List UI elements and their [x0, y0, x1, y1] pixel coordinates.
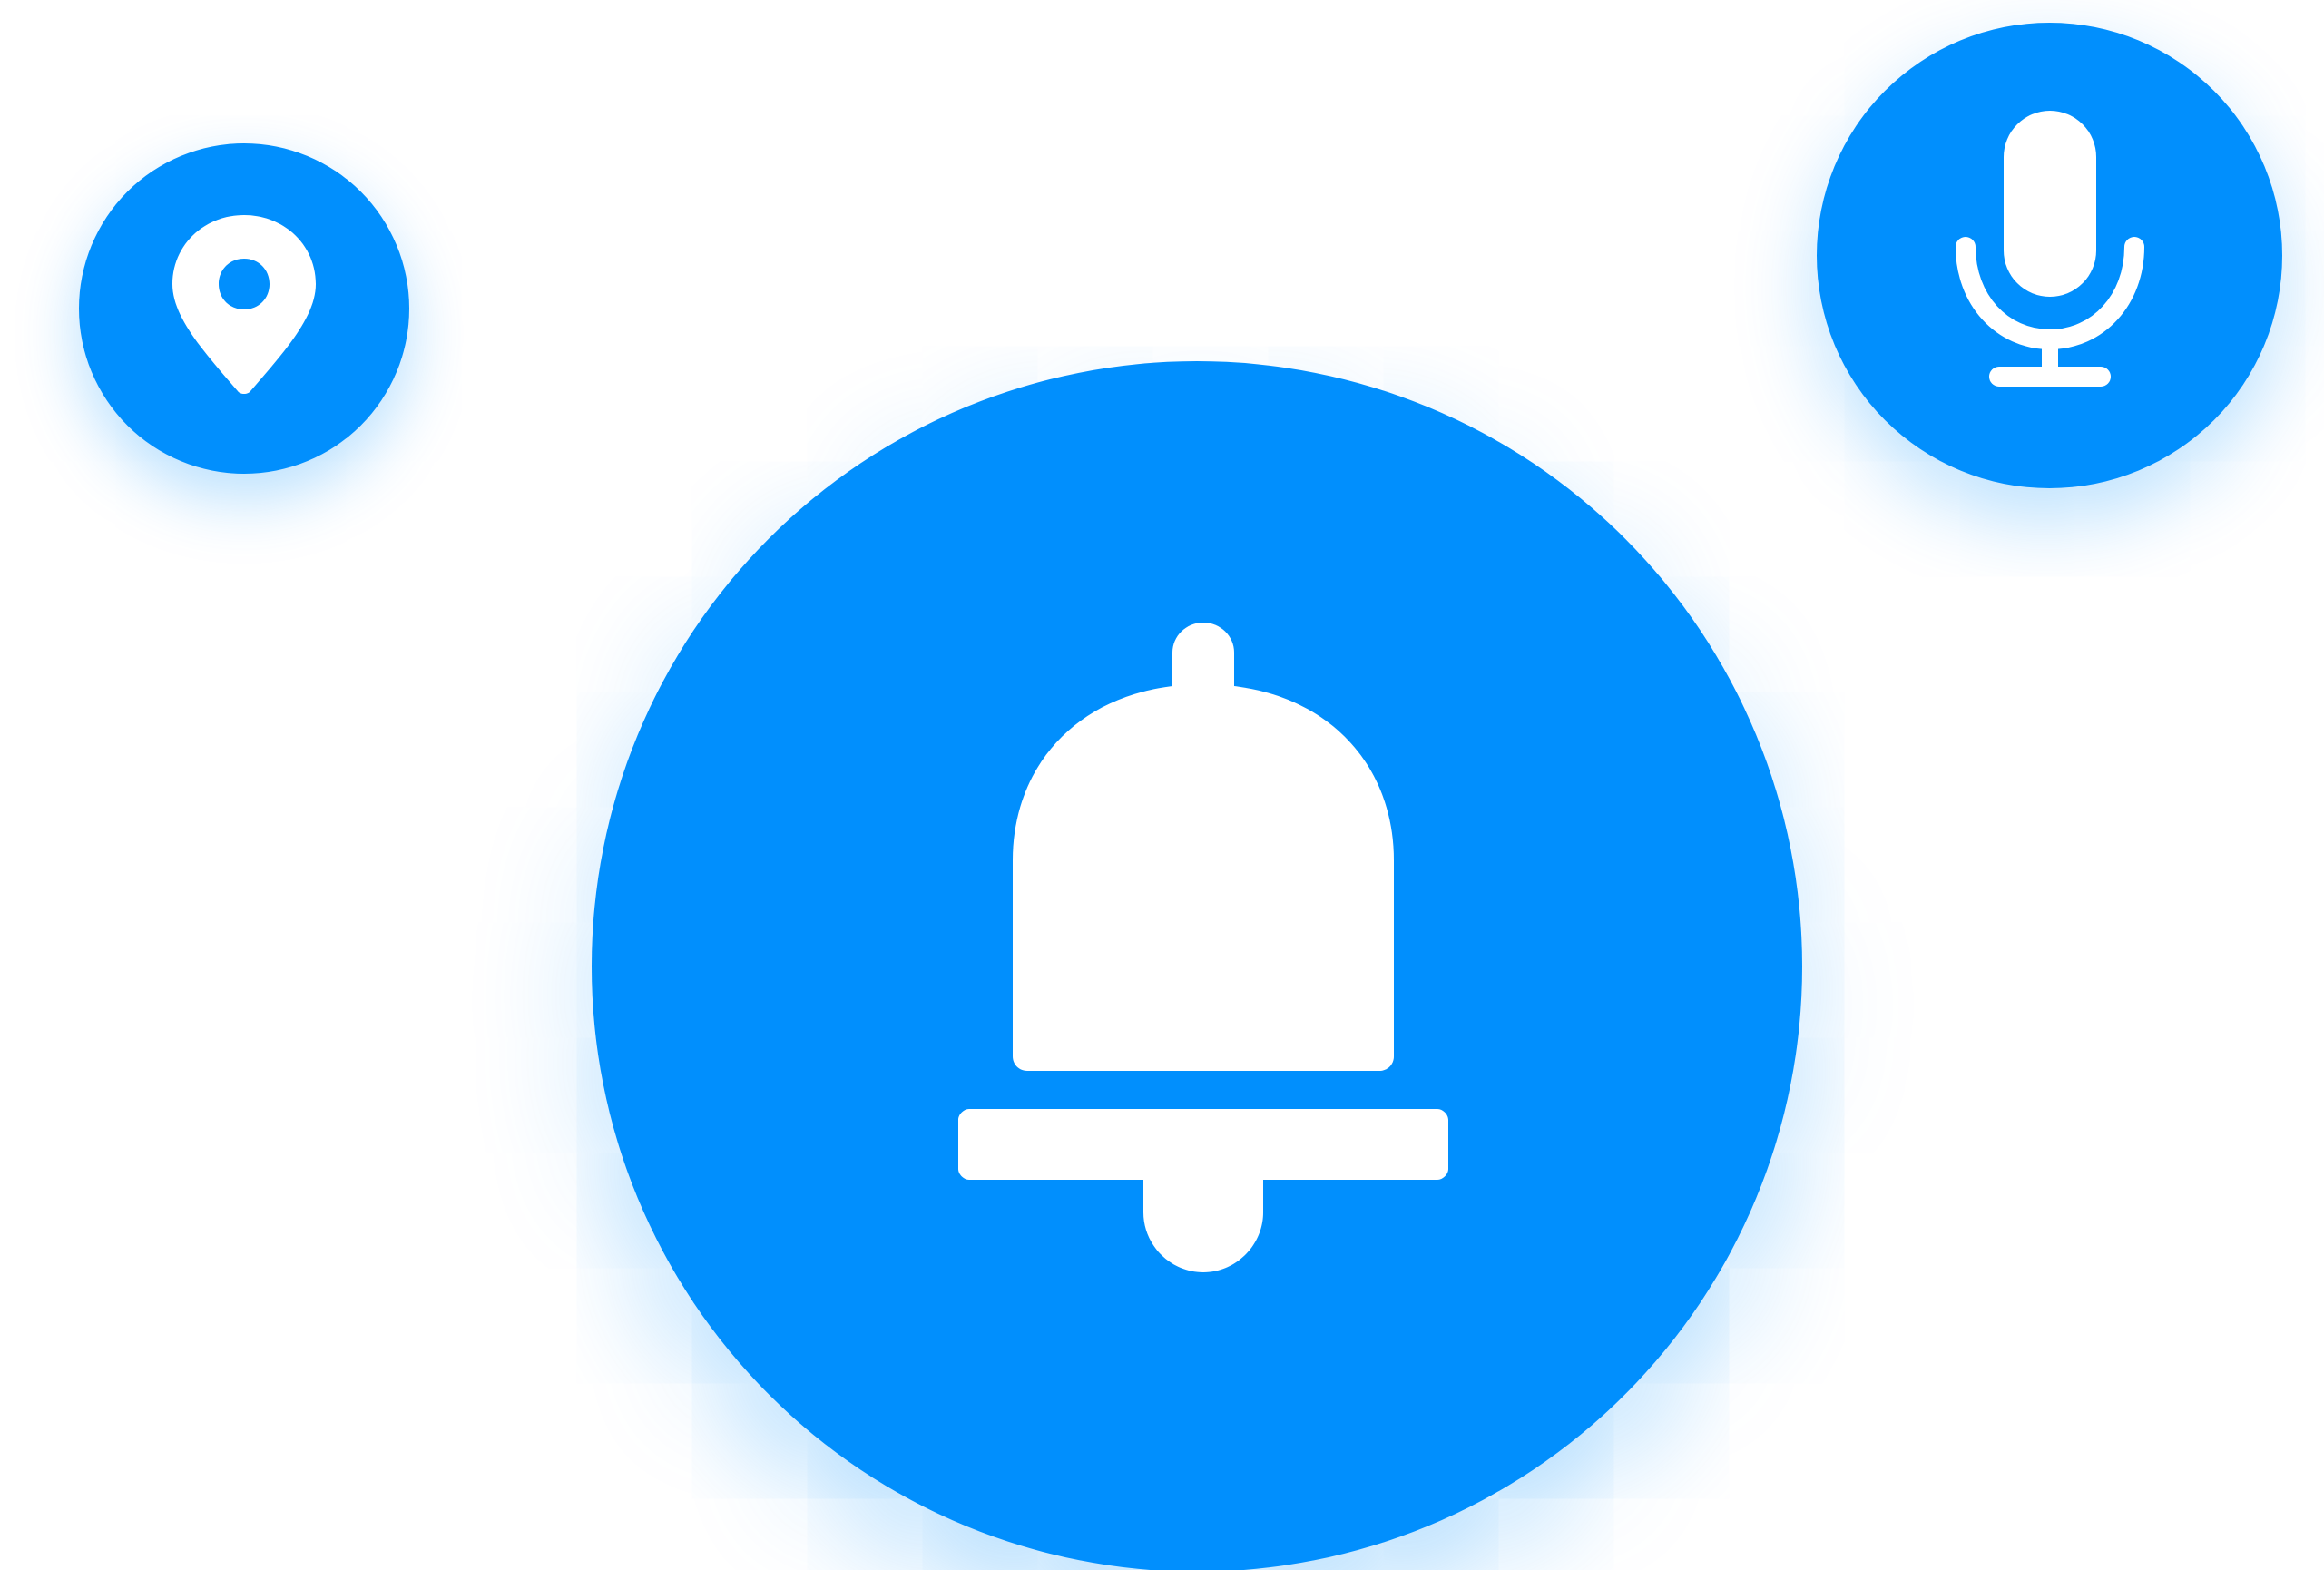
canvas [0, 0, 2324, 1570]
location-button[interactable] [79, 143, 409, 474]
microphone-button[interactable] [1817, 23, 2282, 488]
location-pin-icon [172, 215, 316, 394]
bell-icon [958, 623, 1448, 1272]
notification-button[interactable] [592, 361, 1802, 1570]
microphone-icon [1955, 110, 2144, 387]
bell-icon-wrap [958, 623, 1448, 1272]
